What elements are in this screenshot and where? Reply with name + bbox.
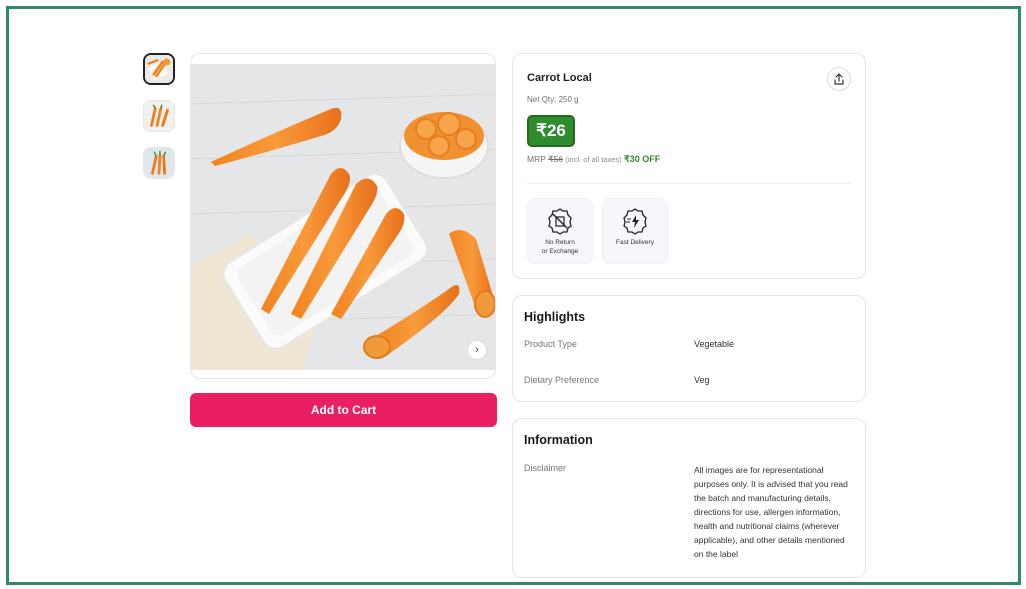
fast-delivery-icon xyxy=(623,208,647,235)
price-badge: ₹26 xyxy=(527,115,575,147)
product-main-image xyxy=(191,64,495,370)
information-card: Information Disclaimer All images are fo… xyxy=(512,418,866,578)
divider xyxy=(527,183,851,184)
share-icon xyxy=(834,73,844,85)
mrp-row: MRP ₹56 (incl. of all taxes) ₹30 OFF xyxy=(527,154,660,165)
thumbnail-carrot-image xyxy=(145,55,173,83)
thumbnail-strip xyxy=(143,53,177,194)
no-return-icon xyxy=(548,208,572,235)
thumbnail-2[interactable] xyxy=(143,100,175,132)
information-title: Information xyxy=(524,433,593,447)
mrp-label: MRP xyxy=(527,154,546,164)
page-frame: › Add to Cart Carrot Local Net Qty: 250 … xyxy=(6,6,1021,585)
tax-note: (incl. of all taxes) xyxy=(565,155,622,164)
share-button[interactable] xyxy=(827,67,851,91)
highlight-value: Veg xyxy=(694,375,710,385)
highlights-card: Highlights Product Type Vegetable Dietar… xyxy=(512,295,866,402)
net-quantity: Net Qty: 250 g xyxy=(527,95,579,104)
thumbnail-carrot-image xyxy=(144,148,174,178)
highlight-key: Product Type xyxy=(524,339,577,349)
disclaimer-text: All images are for representational purp… xyxy=(694,465,848,559)
thumbnail-3[interactable] xyxy=(143,147,175,179)
discount-label: ₹30 OFF xyxy=(624,154,661,164)
product-title: Carrot Local xyxy=(527,72,592,84)
chevron-right-icon: › xyxy=(475,344,479,356)
mrp-value: ₹56 xyxy=(548,154,563,164)
feature-fast-delivery: Fast Delivery xyxy=(602,198,668,264)
product-image-card: › xyxy=(190,53,496,379)
product-summary-card: Carrot Local Net Qty: 250 g ₹26 MRP ₹56 … xyxy=(512,53,866,279)
add-to-cart-button[interactable]: Add to Cart xyxy=(190,393,497,427)
highlights-title: Highlights xyxy=(524,310,586,324)
thumbnail-carrot-image xyxy=(144,101,174,131)
feature-label-line2: or Exchange xyxy=(541,248,579,255)
thumbnail-1[interactable] xyxy=(143,53,175,85)
information-key: Disclaimer xyxy=(524,463,567,473)
feature-no-return: No Return or Exchange xyxy=(527,198,593,264)
feature-label-line1: No Return xyxy=(545,239,575,246)
next-image-button[interactable]: › xyxy=(467,340,487,360)
highlight-value: Vegetable xyxy=(694,339,735,349)
feature-label-line1: Fast Delivery xyxy=(616,239,654,246)
highlight-key: Dietary Preference xyxy=(524,375,600,385)
